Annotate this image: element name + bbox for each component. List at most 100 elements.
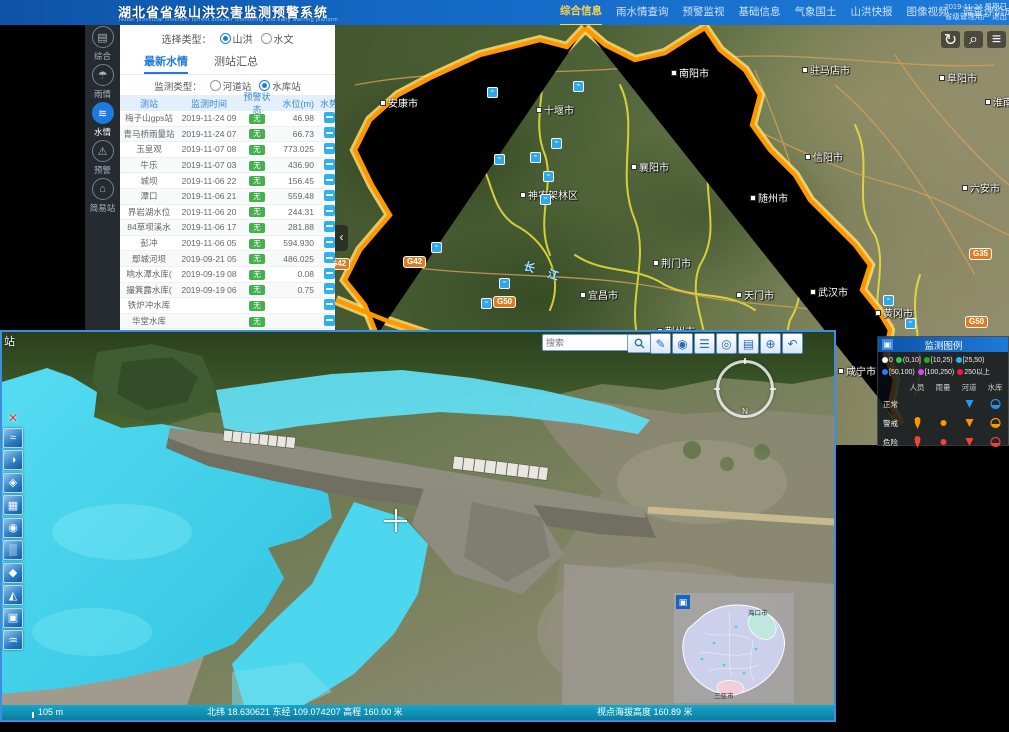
search-button[interactable] [628,334,651,353]
legend-cell [912,416,923,431]
table-row[interactable]: 潭口2019-11-06 21无559.48 [120,189,335,205]
table-row[interactable]: 84草坝溪水2019-11-06 17无281.88 [120,220,335,236]
typhoon-tool[interactable]: ◈ [3,473,23,493]
snapshot-tool[interactable]: ▤ [738,333,759,354]
table-row[interactable]: 牛乐2019-11-07 03无436.90 [120,158,335,174]
camera-position-tool[interactable]: ◉ [672,333,693,354]
table-row[interactable]: 响水潭水库(2019-09-19 08无0.08 [120,267,335,283]
rain-level-item: 0 [882,355,893,367]
trend-steady-icon [324,190,335,201]
station-marker[interactable]: ≈ [487,87,498,98]
terrain-cut-tool[interactable]: ◭ [3,585,23,605]
draw-chart-tool[interactable]: ✎ [650,333,671,354]
station-marker[interactable]: ≈ [573,81,584,92]
layers-control[interactable]: ≡ [987,31,1006,48]
cell-level: 436.90 [274,160,316,170]
legend-col-雨量: 雨量 [936,382,951,393]
table-row[interactable]: 青马桥雨量站2019-11-24 07无66.73 [120,127,335,143]
station-marker[interactable]: ≈ [540,194,551,205]
sidebar-item-雨情[interactable]: ☂雨情 [85,63,120,101]
alert-icon: ⚠ [92,140,114,162]
cell-status: 无 [240,316,274,327]
station-marker[interactable]: ≈ [543,171,554,182]
city-label-十堰市: 十堰市 [536,102,574,117]
viewport-tool[interactable]: ▣ [3,608,23,628]
ripple-tool[interactable]: ▦ [3,495,23,515]
user-line[interactable]: 省级管理用户 退出 [945,12,1007,22]
cell-status: 无 [240,160,274,171]
viewer-3d-window[interactable]: 站 ✎◉☰◎▤⊕↶ N ✕ ≈◑◈▦◉▒◆◭▣♒ ▣ [0,330,836,722]
nav-item-图像视频[interactable]: 图像视频 [907,0,949,25]
legend-collapse-icon[interactable]: ▣ [882,339,893,350]
sidebar-item-水情[interactable]: ≋水情 [85,101,120,139]
radar-tool[interactable]: ◉ [3,518,23,538]
table-row[interactable]: 城坝2019-11-06 22无156.45 [120,173,335,189]
user-box[interactable]: 2019-11-24 星期日 省级管理用户 退出 [945,2,1007,22]
type-filter-radio-山洪[interactable] [220,33,231,44]
table-row[interactable]: 彭冲2019-11-06 05无594.930 [120,236,335,252]
nav-item-综合信息[interactable]: 综合信息 [560,0,602,25]
station-marker[interactable]: ≈ [481,298,492,309]
nav-item-雨水情查询[interactable]: 雨水情查询 [616,0,669,25]
cell-trend [316,205,335,218]
tab-最新水情[interactable]: 最新水情 [144,51,188,74]
status-badge: 无 [249,317,265,327]
station-marker[interactable]: ≈ [530,152,541,163]
column-header-4: 水势 [316,97,335,110]
globe-tool[interactable]: ⊕ [760,333,781,354]
table-row[interactable]: 鄢城河坝2019-09-21 05无486.025 [120,251,335,267]
table-row[interactable]: 梅子山gps站2019-11-24 09无46.9846.99 [120,111,335,127]
sidebar-item-综合[interactable]: ▤综合 [85,25,120,63]
cell-trend [316,299,335,312]
station-marker[interactable]: ≈ [551,138,562,149]
search-input[interactable] [542,334,628,351]
undo-tool[interactable]: ↶ [782,333,803,354]
trend-steady-icon [324,252,335,263]
nav-item-基础信息[interactable]: 基础信息 [739,0,781,25]
station-marker[interactable]: ≈ [499,278,510,289]
nav-item-山洪快报[interactable]: 山洪快报 [851,0,893,25]
panel-collapse-arrow[interactable]: ‹ [335,225,348,251]
module-rail: ▤综合☂雨情≋水情⚠预警⌂简易站 [85,25,120,330]
view-altitude: 视点海拔高度 160.89 米 [597,705,693,720]
wave-tool[interactable]: ≈ [3,428,23,448]
flood-area-tool[interactable]: ◆ [3,563,23,583]
station-marker[interactable]: ≈ [905,318,916,329]
table-row[interactable]: 华堂水库无 [120,314,335,330]
tab-测站汇总[interactable]: 测站汇总 [214,51,258,74]
station-marker[interactable]: ≈ [883,295,894,306]
search-control[interactable]: ⌕ [964,31,983,48]
rotate-control[interactable]: ↻ [941,31,960,48]
station-marker[interactable]: ≈ [494,154,505,165]
eye-tool[interactable]: ◎ [716,333,737,354]
cell-station: 牛乐 [120,159,178,171]
type-filter-radio-水文[interactable] [261,33,272,44]
list-tool[interactable]: ☰ [694,333,715,354]
type-filter-option-label: 水文 [274,35,294,46]
nav-item-气象国土[interactable]: 气象国土 [795,0,837,25]
splash-tool[interactable]: ▒ [3,540,23,560]
water-rotate-tool[interactable]: ◑ [3,450,23,470]
table-row[interactable]: 玉皇观2019-11-07 08无773.025 [120,142,335,158]
close-toolbar-button[interactable]: ✕ [8,412,18,425]
app-header: 湖北省省级山洪灾害监测预警系统 Hubei provincial mountai… [0,0,1009,25]
sidebar-item-预警[interactable]: ⚠预警 [85,139,120,177]
sidebar-item-简易站[interactable]: ⌂简易站 [85,177,120,215]
station-filter-radio-河道站[interactable] [210,80,221,91]
city-label-驻马店市: 驻马店市 [802,62,850,77]
table-row[interactable]: 撮箕露水库(2019-09-19 06无0.75 [120,283,335,299]
legend-cell [990,416,1001,431]
analysis-tool[interactable]: ♒ [3,630,23,650]
overview-inset-map[interactable]: ▣ 海口市三亚市 [674,593,794,703]
table-row[interactable]: 铁炉冲水库无 [120,298,335,314]
status-badge: 无 [249,301,265,311]
cell-trend [316,268,335,281]
station-marker[interactable]: ≈ [431,242,442,253]
compass-control[interactable]: N [716,360,774,418]
trend-steady-icon [324,143,335,154]
table-row[interactable]: 界岩湖水位2019-11-06 20无244.31 [120,205,335,221]
gauge-icon [990,397,1001,410]
nav-item-预警监视[interactable]: 预警监视 [683,0,725,25]
cell-status: 无 [240,191,274,202]
cell-status: 无 [240,128,274,139]
